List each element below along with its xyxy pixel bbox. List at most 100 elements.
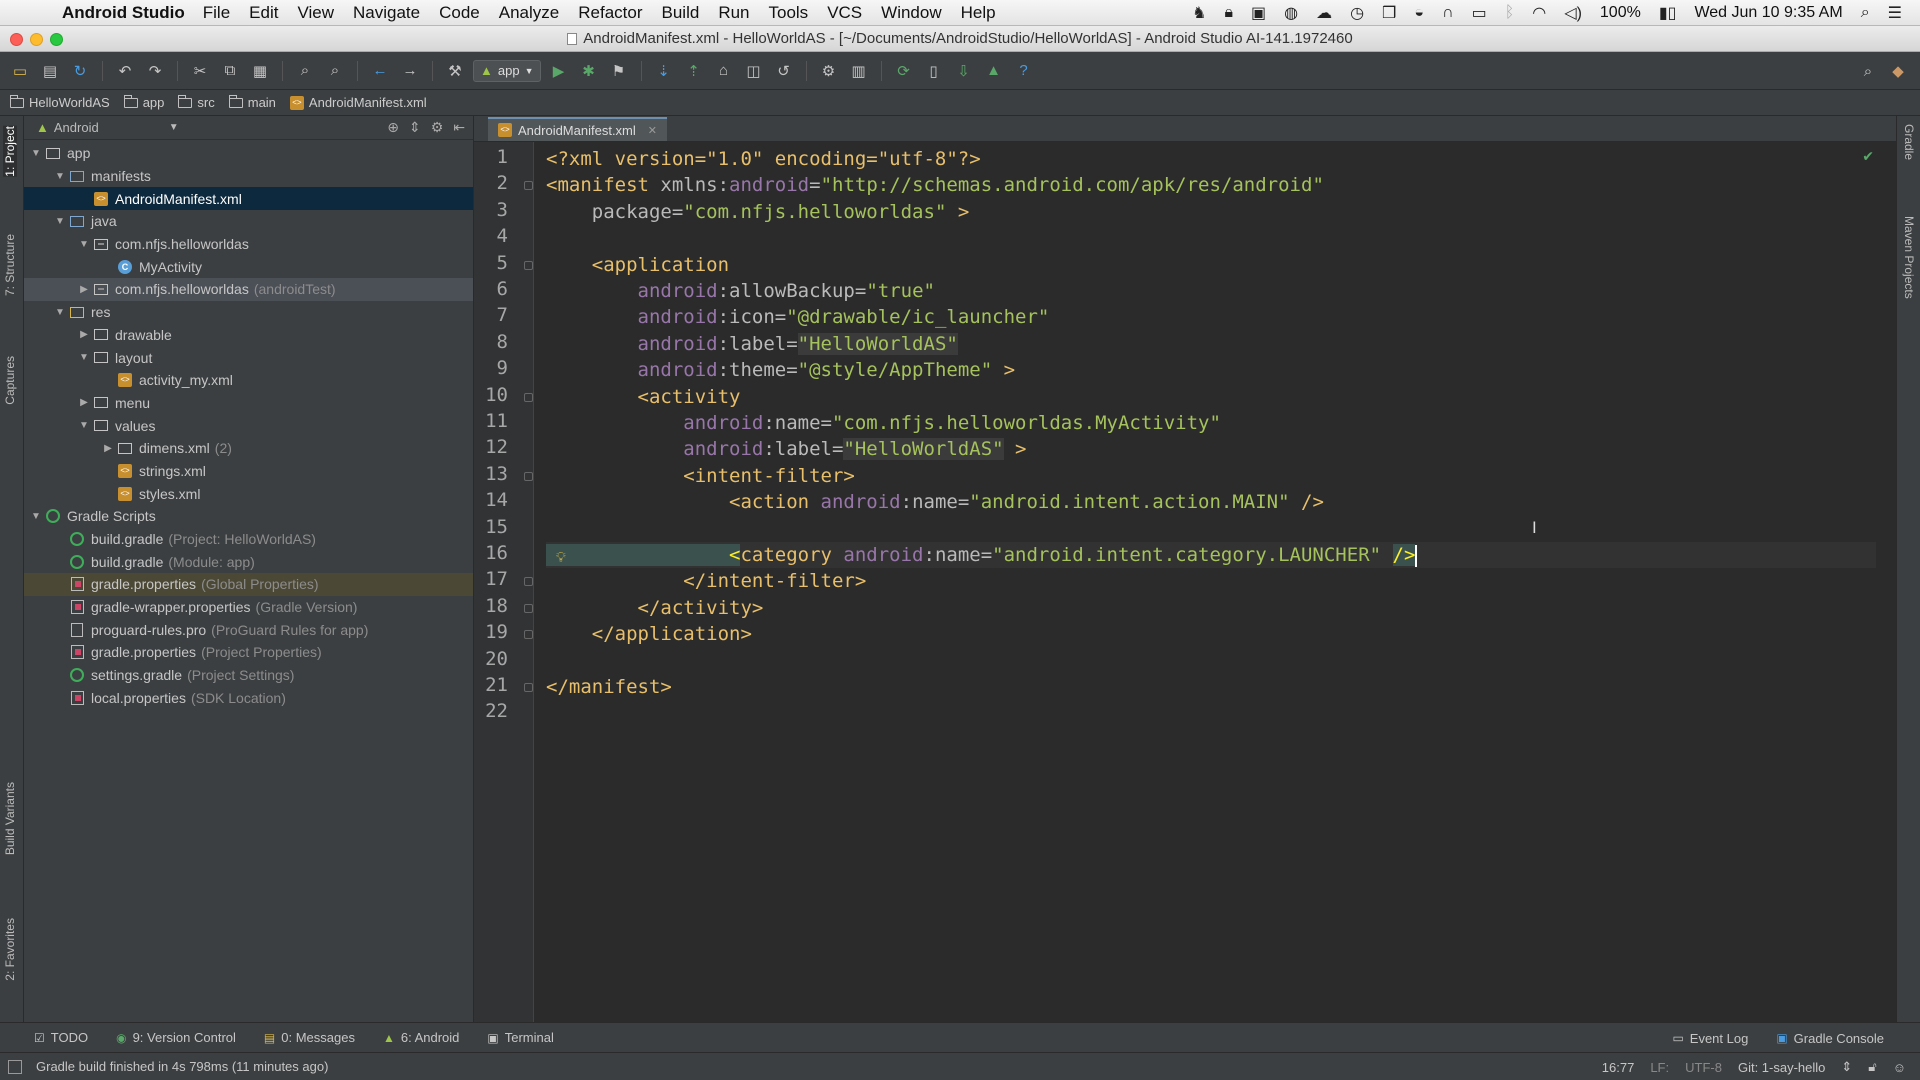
code-line[interactable]: package="com.nfjs.helloworldas" > (546, 199, 970, 225)
tree-item[interactable]: ▼ com.nfjs.helloworldas (24, 233, 473, 256)
tree-item[interactable]: local.properties (SDK Location) (24, 687, 473, 710)
evernote-icon[interactable]: ♞ (1192, 3, 1206, 23)
code-line[interactable]: <intent-filter> (546, 463, 855, 489)
code-line[interactable]: <activity (546, 384, 741, 410)
fold-marker-icon[interactable] (524, 392, 533, 402)
file-encoding[interactable]: UTF-8 (1685, 1060, 1722, 1075)
code-line[interactable]: <action android:name="android.intent.act… (546, 489, 1324, 515)
run-configuration-dropdown[interactable]: ▲ app ▼ (473, 59, 541, 82)
lightbulb-icon[interactable]: 💡︎ (556, 549, 566, 566)
code-line[interactable]: </intent-filter> (546, 568, 866, 594)
code-line[interactable]: android:allowBackup="true" (546, 278, 935, 304)
tab-project-tool[interactable]: 1: Project (3, 126, 17, 177)
hide-panel-icon[interactable]: ⇤ (453, 119, 465, 136)
tree-item[interactable]: C MyActivity (24, 255, 473, 278)
tree-item[interactable]: ▼ manifests (24, 165, 473, 188)
airplay-icon[interactable]: ▭ (1472, 3, 1487, 23)
clock-text[interactable]: Wed Jun 10 9:35 AM (1694, 4, 1842, 22)
tree-item[interactable]: <> strings.xml (24, 460, 473, 483)
tree-item[interactable]: <> styles.xml (24, 482, 473, 505)
code-line[interactable]: <?xml version="1.0" encoding="utf-8"?> (546, 146, 981, 172)
code-line[interactable]: </manifest> (546, 674, 672, 700)
tree-item[interactable]: ▶ drawable (24, 324, 473, 347)
breadcrumb-project[interactable]: HelloWorldAS (10, 94, 110, 110)
chevron-right-icon[interactable]: ▶ (76, 397, 92, 408)
code-line[interactable]: android:icon="@drawable/ic_launcher" (546, 304, 1050, 330)
attach-debugger-icon[interactable]: ⚑ (607, 59, 631, 83)
tree-item[interactable]: ▼ app (24, 142, 473, 165)
tree-item[interactable]: ▼ values (24, 414, 473, 437)
back-icon[interactable]: ← (368, 59, 392, 83)
avd-manager-icon[interactable]: ▯ (922, 59, 946, 83)
volume-icon[interactable]: ◁) (1564, 3, 1582, 23)
plugin-icon[interactable]: ◆ (1886, 59, 1910, 83)
vcs-history-icon[interactable]: ◫ (742, 59, 766, 83)
vcs-commit-icon[interactable]: ⇡ (682, 59, 706, 83)
tab-androidmanifest[interactable]: <> AndroidManifest.xml ✕ (488, 117, 667, 141)
clock-icon[interactable]: ◷ (1350, 3, 1364, 23)
tree-item[interactable]: <> activity_my.xml (24, 369, 473, 392)
tree-item[interactable]: settings.gradle (Project Settings) (24, 664, 473, 687)
headphones-icon[interactable]: ∩ (1442, 4, 1454, 22)
chevron-down-icon[interactable]: ▼ (76, 239, 92, 250)
tree-item[interactable]: ▶ menu (24, 392, 473, 415)
vcs-revert-icon[interactable]: ↺ (772, 59, 796, 83)
chevron-down-icon[interactable]: ▼ (28, 511, 44, 522)
find-icon[interactable]: ⌕ (293, 59, 317, 83)
tree-item[interactable]: ▶ com.nfjs.helloworldas (androidTest) (24, 278, 473, 301)
tool-messages[interactable]: ▤ 0: Messages (264, 1030, 355, 1045)
tree-item[interactable]: proguard-rules.pro (ProGuard Rules for ap… (24, 618, 473, 641)
menu-refactor[interactable]: Refactor (578, 3, 642, 23)
run-icon[interactable]: ▶ (547, 59, 571, 83)
toggle-tool-windows-icon[interactable] (8, 1060, 22, 1074)
battery-icon[interactable]: ▮▯ (1659, 3, 1677, 23)
tree-item[interactable]: build.gradle (Project: HelloWorldAS) (24, 528, 473, 551)
debug-icon[interactable]: ✱ (577, 59, 601, 83)
chevron-updown-icon[interactable]: ⇕ (1841, 1059, 1852, 1075)
redo-icon[interactable]: ↷ (143, 59, 167, 83)
menu-view[interactable]: View (297, 3, 334, 23)
code-line[interactable]: android:theme="@style/AppTheme" > (546, 357, 1016, 383)
battery-percent[interactable]: 100% (1600, 4, 1641, 22)
help-icon[interactable]: ? (1012, 59, 1036, 83)
undo-icon[interactable]: ↶ (113, 59, 137, 83)
globe-icon[interactable]: ◍ (1284, 3, 1298, 23)
fold-marker-icon[interactable] (524, 260, 533, 270)
tab-favorites-tool[interactable]: 2: Favorites (3, 918, 17, 981)
notification-center-icon[interactable]: ☰ (1888, 3, 1902, 23)
fold-marker-icon[interactable] (524, 683, 533, 692)
menu-navigate[interactable]: Navigate (353, 3, 420, 23)
menu-analyze[interactable]: Analyze (499, 3, 559, 23)
window-zoom-button[interactable] (50, 33, 63, 46)
project-structure-icon[interactable]: ▥ (847, 59, 871, 83)
android-device-monitor-icon[interactable]: ▲ (982, 59, 1006, 83)
breadcrumb-src[interactable]: src (178, 94, 215, 110)
code-line[interactable]: </activity> (546, 595, 764, 621)
menu-tools[interactable]: Tools (769, 3, 809, 23)
tab-captures-tool[interactable]: Captures (3, 356, 17, 405)
scroll-from-source-icon[interactable]: ⊕ (387, 119, 399, 136)
tab-build-variants-tool[interactable]: Build Variants (3, 782, 17, 855)
tool-event-log[interactable]: ▭ Event Log (1672, 1031, 1748, 1046)
breadcrumb-file[interactable]: <> AndroidManifest.xml (289, 95, 427, 110)
dropbox-icon[interactable]: ❒ (1382, 3, 1396, 23)
fold-marker-icon[interactable] (524, 471, 533, 481)
chevron-down-icon[interactable]: ▼ (76, 420, 92, 431)
window-minimize-button[interactable] (30, 33, 43, 46)
code-line[interactable]: android:label="HelloWorldAS" (546, 331, 958, 357)
menu-code[interactable]: Code (439, 3, 480, 23)
save-all-icon[interactable]: ▤ (38, 59, 62, 83)
code-line[interactable]: <manifest xmlns:android="http://schemas.… (546, 172, 1324, 198)
vcs-branch[interactable]: Git: 1-say-hello (1738, 1060, 1825, 1075)
app-name-menu[interactable]: Android Studio (62, 3, 185, 23)
search-everywhere-icon[interactable]: ⌕ (1856, 59, 1880, 83)
screen-record-icon[interactable]: ▣ (1251, 3, 1266, 23)
cut-icon[interactable]: ✂ (188, 59, 212, 83)
code-line[interactable]: <category android:name="android.intent.c… (546, 542, 1876, 569)
chevron-right-icon[interactable]: ▶ (76, 329, 92, 340)
open-folder-icon[interactable]: ▭ (8, 59, 32, 83)
chevron-down-icon[interactable]: ▼ (52, 307, 68, 318)
menu-run[interactable]: Run (718, 3, 749, 23)
fold-marker-icon[interactable] (524, 577, 533, 587)
breadcrumb-main[interactable]: main (228, 94, 276, 110)
